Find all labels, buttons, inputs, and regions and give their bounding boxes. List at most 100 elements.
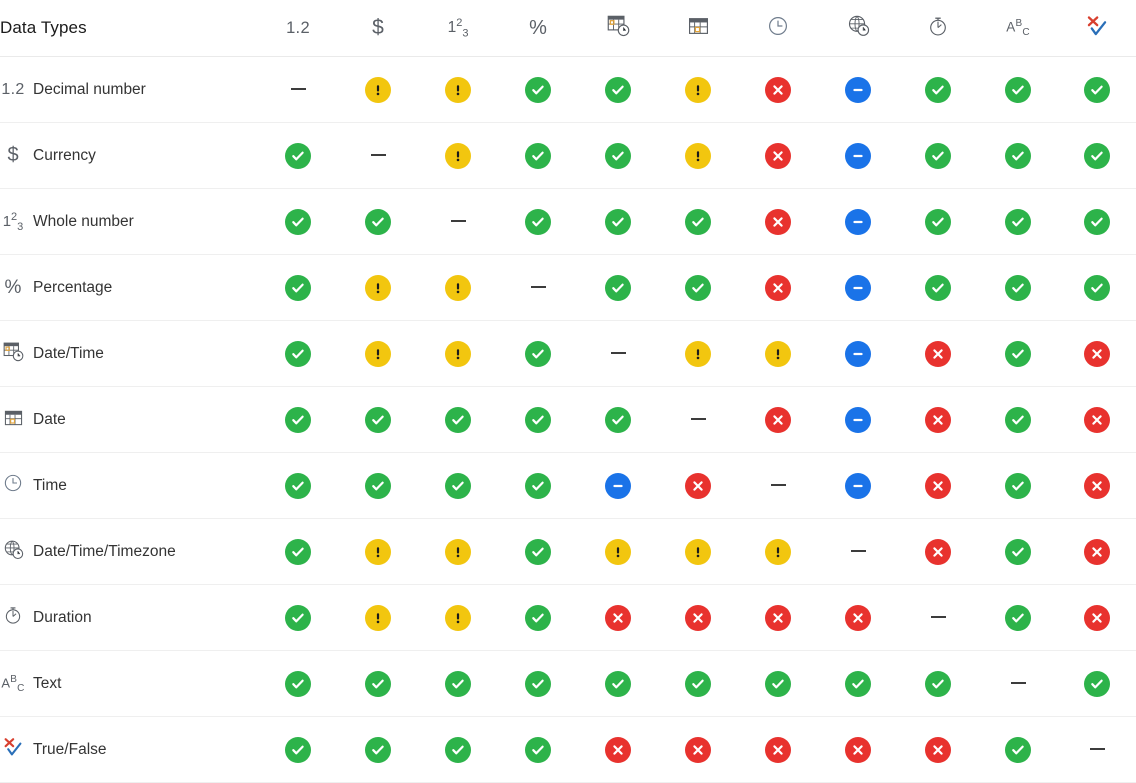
matrix-cell xyxy=(1058,650,1136,717)
row-header-text[interactable]: ABC Text xyxy=(0,650,258,717)
status-na xyxy=(845,406,871,433)
matrix-cell xyxy=(578,122,658,189)
matrix-cell xyxy=(498,584,578,651)
status-err xyxy=(1084,604,1110,631)
status-ok xyxy=(285,604,311,631)
column-header-time[interactable] xyxy=(738,0,818,57)
header-row: Data Types 1.2 $123% ABC xyxy=(0,0,1136,57)
status-dash xyxy=(930,616,946,619)
matrix-cell xyxy=(338,386,418,453)
status-ok xyxy=(525,670,551,697)
matrix-cell xyxy=(578,56,658,123)
matrix-cell xyxy=(898,254,978,321)
matrix-cell xyxy=(818,56,898,123)
matrix-cell xyxy=(898,188,978,255)
status-ok xyxy=(1005,340,1031,367)
matrix-cell xyxy=(258,584,338,651)
row-header-datetime[interactable]: Date/Time xyxy=(0,320,258,387)
matrix-cell xyxy=(258,320,338,387)
status-ok xyxy=(765,670,791,697)
table-row: $ Currency xyxy=(0,122,1136,189)
matrix-cell xyxy=(498,650,578,717)
status-ok xyxy=(445,406,471,433)
status-ok xyxy=(445,736,471,763)
matrix-cell xyxy=(658,188,738,255)
column-header-whole[interactable]: 123 xyxy=(418,0,498,57)
row-header-currency[interactable]: $ Currency xyxy=(0,122,258,189)
row-header-time[interactable]: Time xyxy=(0,452,258,519)
row-header-datetimezone[interactable]: Date/Time/Timezone xyxy=(0,518,258,585)
status-dash xyxy=(370,154,386,157)
matrix-cell xyxy=(898,386,978,453)
column-header-date[interactable] xyxy=(658,0,738,57)
status-err xyxy=(765,736,791,763)
status-err xyxy=(685,736,711,763)
column-header-decimal[interactable]: 1.2 xyxy=(258,0,338,57)
row-header-whole[interactable]: 123 Whole number xyxy=(0,188,258,255)
matrix-cell xyxy=(738,320,818,387)
decimal-number-icon: 1.2 xyxy=(286,18,310,37)
matrix-cell xyxy=(658,518,738,585)
column-header-duration[interactable] xyxy=(898,0,978,57)
matrix-cell xyxy=(738,122,818,189)
row-label: Whole number xyxy=(33,212,134,230)
row-header-duration[interactable]: Duration xyxy=(0,584,258,651)
row-header-truefalse[interactable]: True/False xyxy=(0,716,258,783)
table-row: Date xyxy=(0,386,1136,453)
status-ok xyxy=(925,142,951,169)
currency-icon: $ xyxy=(7,144,19,166)
matrix-cell xyxy=(1058,254,1136,321)
matrix-cell xyxy=(898,452,978,519)
matrix-cell xyxy=(818,320,898,387)
status-ok xyxy=(525,736,551,763)
matrix-cell xyxy=(1058,56,1136,123)
matrix-cell xyxy=(498,188,578,255)
matrix-cell xyxy=(1058,122,1136,189)
matrix-cell xyxy=(818,650,898,717)
matrix-cell xyxy=(418,452,498,519)
matrix-cell xyxy=(898,56,978,123)
matrix-cell xyxy=(978,650,1058,717)
matrix-cell xyxy=(898,584,978,651)
matrix-cell xyxy=(738,188,818,255)
row-header-decimal[interactable]: 1.2 Decimal number xyxy=(0,56,258,123)
matrix-cell xyxy=(738,716,818,783)
column-header-currency[interactable]: $ xyxy=(338,0,418,57)
matrix-cell xyxy=(658,452,738,519)
matrix-cell xyxy=(1058,386,1136,453)
status-ok xyxy=(525,76,551,103)
status-ok xyxy=(1005,472,1031,499)
table-row: 1.2 Decimal number xyxy=(0,56,1136,123)
table-row: Time xyxy=(0,452,1136,519)
status-ok xyxy=(1005,274,1031,301)
row-label: Text xyxy=(33,674,62,692)
matrix-cell xyxy=(818,188,898,255)
matrix-cell xyxy=(418,320,498,387)
matrix-cell xyxy=(1058,188,1136,255)
matrix-cell xyxy=(498,716,578,783)
status-warn xyxy=(685,340,711,367)
matrix-cell xyxy=(498,452,578,519)
status-err xyxy=(1084,340,1110,367)
status-warn xyxy=(445,538,471,565)
column-header-datetime[interactable] xyxy=(578,0,658,57)
status-err xyxy=(925,538,951,565)
column-header-text[interactable]: ABC xyxy=(978,0,1058,57)
status-ok xyxy=(445,670,471,697)
status-na xyxy=(845,142,871,169)
column-header-percentage[interactable]: % xyxy=(498,0,578,57)
matrix-cell xyxy=(1058,716,1136,783)
matrix-cell xyxy=(978,188,1058,255)
matrix-cell xyxy=(978,452,1058,519)
column-header-truefalse[interactable] xyxy=(1058,0,1136,57)
currency-icon: $ xyxy=(372,16,384,39)
duration-icon xyxy=(918,11,958,45)
column-header-datetimezone[interactable] xyxy=(818,0,898,57)
matrix-cell xyxy=(658,716,738,783)
status-warn xyxy=(445,274,471,301)
row-header-percentage[interactable]: % Percentage xyxy=(0,254,258,321)
matrix-cell xyxy=(338,188,418,255)
row-header-date[interactable]: Date xyxy=(0,386,258,453)
status-ok xyxy=(685,208,711,235)
status-ok xyxy=(285,472,311,499)
